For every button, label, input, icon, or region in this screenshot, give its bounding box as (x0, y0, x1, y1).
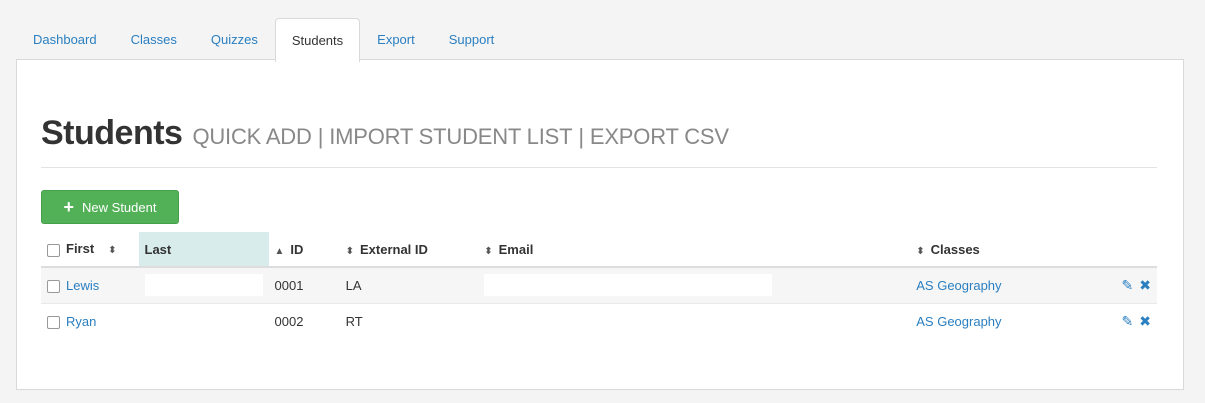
plus-icon: + (63, 197, 75, 217)
cell-id: 0002 (268, 302, 340, 339)
sort-ascending-icon[interactable]: ▲ (275, 246, 285, 257)
class-link[interactable]: AS Geography (916, 278, 1001, 293)
column-label-id: ID (290, 241, 304, 257)
cell-id: 0001 (268, 266, 340, 303)
cell-classes: AS Geography (910, 302, 1098, 339)
students-table: First ⬍ Last ▲ ID ⬍ External ID ⬍ Email ⬍ Cla… (41, 232, 1157, 339)
cell-email (478, 266, 911, 303)
student-first-name-link[interactable]: Ryan (66, 314, 96, 329)
page-header: Students QUICK ADD | IMPORT STUDENT LIST | E… (41, 114, 729, 153)
cell-external-id: LA (339, 266, 479, 303)
nav-tabs: Dashboard Classes Quizzes Students Expor… (16, 18, 512, 62)
export-csv-link[interactable]: EXPORT CSV (590, 124, 729, 149)
new-student-button[interactable]: + New Student (41, 190, 179, 224)
cell-last (138, 302, 269, 339)
separator: | (317, 124, 324, 149)
cell-last (138, 266, 269, 303)
sort-icon[interactable]: ⬍ (916, 246, 924, 257)
column-label-email: Email (498, 241, 534, 257)
tab-classes[interactable]: Classes (114, 18, 194, 60)
sort-icon[interactable]: ⬍ (108, 245, 116, 256)
edit-icon[interactable]: ✎ (1122, 313, 1134, 329)
cell-first: Lewis (41, 266, 139, 303)
sort-icon[interactable]: ⬍ (484, 246, 492, 257)
column-header-id[interactable]: ▲ ID (268, 232, 340, 268)
cell-actions: ✎ ✖ (1097, 266, 1157, 303)
header-divider (41, 167, 1157, 168)
delete-icon[interactable]: ✖ (1139, 313, 1151, 329)
sort-icon[interactable]: ⬍ (346, 246, 354, 257)
content-panel: Students QUICK ADD | IMPORT STUDENT LIST | E… (16, 59, 1184, 390)
column-header-classes[interactable]: ⬍ Classes (910, 232, 1098, 268)
column-label-external-id: External ID (359, 241, 428, 257)
row-checkbox[interactable] (47, 315, 60, 329)
page-title: Students (41, 114, 183, 152)
cell-actions: ✎ ✖ (1097, 302, 1157, 339)
import-student-list-link[interactable]: IMPORT STUDENT LIST (329, 124, 572, 149)
column-label-first: First (66, 241, 95, 257)
tab-students[interactable]: Students (274, 18, 361, 62)
table-header-row: First ⬍ Last ▲ ID ⬍ External ID ⬍ Email ⬍ Cla… (41, 232, 1157, 268)
redacted-last-name (144, 274, 263, 297)
tab-support[interactable]: Support (432, 18, 512, 60)
table-row: Lewis 0001 LA AS Geography ✎ ✖ (41, 266, 1157, 303)
class-link[interactable]: AS Geography (916, 314, 1001, 329)
column-header-actions (1097, 232, 1157, 268)
header-links: QUICK ADD | IMPORT STUDENT LIST | EXPORT CSV (192, 124, 729, 150)
select-all-checkbox[interactable] (47, 243, 60, 257)
table-row: Ryan 0002 RT AS Geography ✎ ✖ (41, 302, 1157, 339)
cell-email (478, 302, 911, 339)
edit-icon[interactable]: ✎ (1122, 277, 1134, 293)
column-header-first[interactable]: First ⬍ (41, 232, 139, 268)
column-header-email[interactable]: ⬍ Email (478, 232, 911, 268)
quick-add-link[interactable]: QUICK ADD (192, 124, 311, 149)
tab-dashboard[interactable]: Dashboard (16, 18, 114, 60)
cell-external-id: RT (339, 302, 479, 339)
cell-classes: AS Geography (910, 266, 1098, 303)
redacted-email (484, 274, 773, 297)
delete-icon[interactable]: ✖ (1139, 277, 1151, 293)
column-label-last: Last (144, 241, 172, 257)
column-header-external-id[interactable]: ⬍ External ID (339, 232, 479, 268)
cell-first: Ryan (41, 302, 139, 339)
separator: | (578, 124, 584, 149)
row-checkbox[interactable] (47, 279, 60, 293)
column-header-last[interactable]: Last (138, 232, 269, 268)
tab-quizzes[interactable]: Quizzes (194, 18, 275, 60)
new-student-label: New Student (82, 199, 157, 215)
student-first-name-link[interactable]: Lewis (66, 278, 99, 293)
tab-export[interactable]: Export (360, 18, 432, 60)
column-label-classes: Classes (930, 241, 980, 257)
